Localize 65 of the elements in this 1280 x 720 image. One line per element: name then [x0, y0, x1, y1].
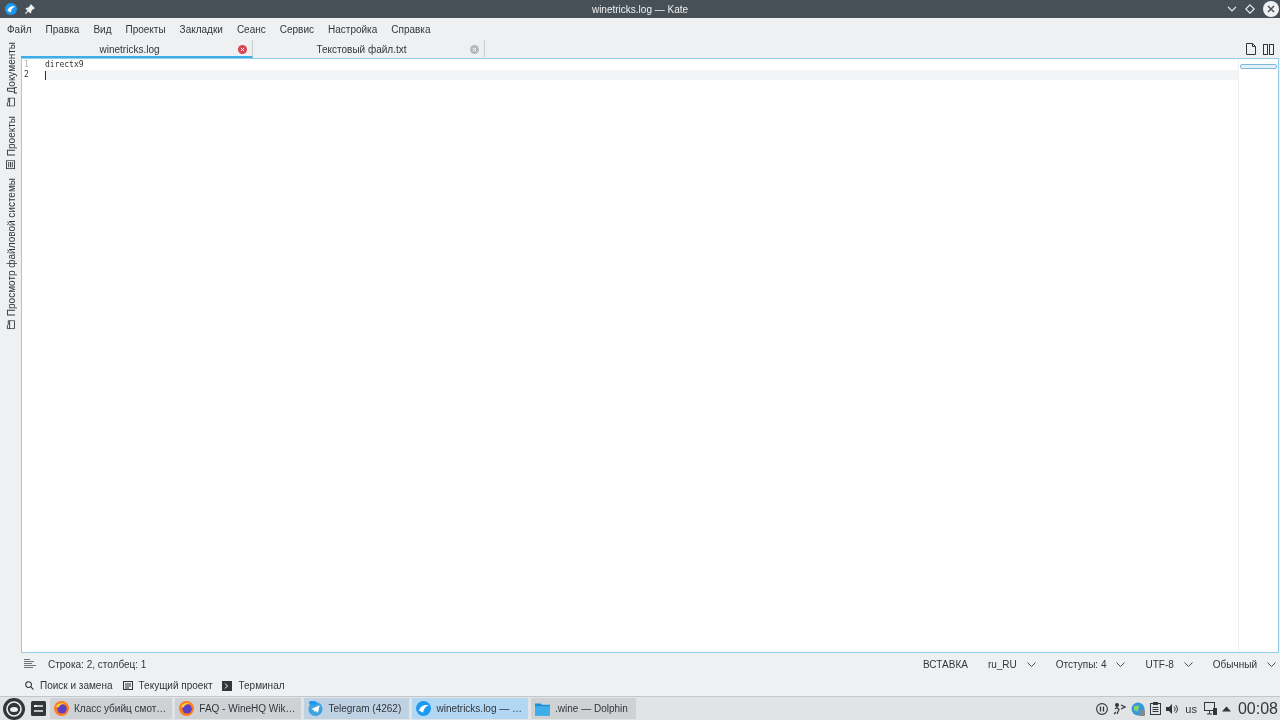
- chevron-icon: [1183, 661, 1193, 667]
- close-icon[interactable]: [1263, 1, 1279, 17]
- arrow-up-icon[interactable]: [1221, 705, 1231, 712]
- line-number: 2: [23, 70, 30, 80]
- round-app-icon[interactable]: [5, 3, 17, 15]
- menu-item[interactable]: Закладки: [172, 20, 230, 38]
- task-button[interactable]: .wine — Dolphin: [531, 698, 637, 719]
- menu-item[interactable]: Файл: [0, 20, 39, 38]
- document-icon[interactable]: [1246, 43, 1256, 55]
- maximize-icon[interactable]: [1245, 4, 1255, 14]
- search-icon: [25, 681, 34, 690]
- clipboard-icon[interactable]: [1150, 702, 1162, 715]
- pause-icon[interactable]: [1096, 702, 1109, 715]
- line-number: 1: [23, 60, 30, 70]
- arrows-icon[interactable]: [1113, 702, 1127, 715]
- menu-item[interactable]: Проекты: [118, 20, 173, 38]
- input-mode[interactable]: ВСТАВКА: [923, 658, 968, 670]
- side-panel-tab[interactable]: Проекты: [2, 115, 19, 169]
- tool-view-button[interactable]: Текущий проект: [122, 677, 215, 694]
- chevron-icon: [1116, 661, 1126, 667]
- chevron-icon: [1267, 661, 1276, 667]
- launcher-icon[interactable]: [3, 697, 25, 720]
- panel-icon: [122, 681, 133, 690]
- side-panel-tab[interactable]: Просмотр файловой системы: [2, 177, 19, 329]
- menu-item[interactable]: Настройка: [321, 20, 385, 38]
- side-panel-tab[interactable]: Документы: [2, 42, 19, 107]
- list-box-icon[interactable]: [6, 159, 15, 169]
- menu-item[interactable]: Сеанс: [229, 20, 273, 38]
- tool-view-button[interactable]: Поиск и замена: [25, 677, 115, 694]
- status-dropdown[interactable]: UTF-8: [1145, 658, 1193, 670]
- pin-icon[interactable]: [25, 4, 35, 14]
- terminal-icon: [222, 680, 233, 691]
- menu-item[interactable]: Вид: [86, 20, 119, 38]
- status-dropdown[interactable]: Обычный: [1212, 658, 1276, 670]
- paper-plane-icon: [308, 701, 324, 716]
- task-button[interactable]: Telegram (4262): [304, 698, 410, 719]
- split-view-icon[interactable]: [1263, 43, 1274, 55]
- folder-icon[interactable]: [6, 97, 15, 107]
- keyboard-layout[interactable]: us: [1183, 702, 1199, 715]
- status-dropdown[interactable]: Отступы: 4: [1055, 658, 1126, 670]
- menu-item[interactable]: Правка: [38, 20, 87, 38]
- task-button[interactable]: Класс убийц смот…: [50, 698, 173, 719]
- browser-icon: [179, 701, 195, 716]
- code-text: directx9: [45, 60, 84, 70]
- text-lines-icon[interactable]: [24, 659, 36, 669]
- browser-icon: [54, 701, 69, 716]
- task-button[interactable]: winetricks.log — …: [412, 698, 529, 719]
- minimize-icon[interactable]: [1227, 6, 1237, 12]
- monitor-icon[interactable]: [1203, 702, 1217, 715]
- text-cursor-icon: [45, 70, 46, 80]
- status-dropdown[interactable]: ru_RU: [987, 658, 1036, 670]
- folder-icon[interactable]: [6, 319, 15, 329]
- desktop-pager-icon[interactable]: [31, 701, 46, 716]
- close-icon[interactable]: [238, 44, 247, 54]
- clock[interactable]: 00:08: [1237, 699, 1278, 718]
- menu-item[interactable]: Сервис: [272, 20, 321, 38]
- chevron-icon: [1026, 661, 1036, 667]
- cursor-position: Строка: 2, столбец: 1: [48, 658, 147, 670]
- speaker-icon[interactable]: [1166, 702, 1179, 715]
- window-title: winetricks.log — Kate: [591, 3, 689, 15]
- task-button[interactable]: FAQ - WineHQ Wik…: [175, 698, 302, 719]
- round-app-icon: [416, 701, 432, 716]
- tool-view-button[interactable]: Терминал: [222, 677, 287, 694]
- folder-icon: [535, 701, 551, 716]
- menu-item[interactable]: Справка: [384, 20, 438, 38]
